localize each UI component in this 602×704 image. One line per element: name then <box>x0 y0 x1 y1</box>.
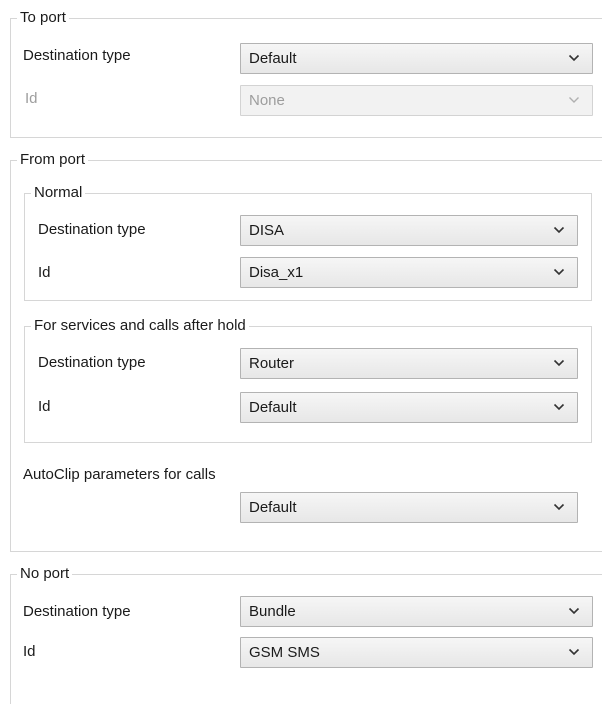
no-port-destination-type-label: Destination type <box>23 603 131 620</box>
chevron-down-icon <box>568 647 580 657</box>
autoclip-select[interactable]: Default <box>240 492 578 523</box>
normal-destination-type-value: DISA <box>249 222 285 239</box>
no-port-title: No port <box>17 565 73 583</box>
chevron-down-icon <box>553 267 565 277</box>
autoclip-label: AutoClip parameters for calls <box>23 466 216 483</box>
to-port-destination-type-label: Destination type <box>23 47 131 64</box>
to-port-group: To port <box>10 9 602 138</box>
chevron-down-icon <box>553 502 565 512</box>
services-title: For services and calls after hold <box>31 317 249 335</box>
services-id-label: Id <box>38 398 51 415</box>
services-destination-type-label: Destination type <box>38 354 146 371</box>
to-port-title: To port <box>17 9 69 27</box>
to-port-destination-type-select[interactable]: Default <box>240 43 593 74</box>
autoclip-value: Default <box>249 499 297 516</box>
to-port-id-label: Id <box>25 90 38 107</box>
chevron-down-icon <box>568 95 580 105</box>
chevron-down-icon <box>553 225 565 235</box>
normal-destination-type-label: Destination type <box>38 221 146 238</box>
services-destination-type-select[interactable]: Router <box>240 348 578 379</box>
services-id-value: Default <box>249 399 297 416</box>
chevron-down-icon <box>568 53 580 63</box>
no-port-destination-type-value: Bundle <box>249 603 296 620</box>
normal-title: Normal <box>31 184 86 202</box>
no-port-id-value: GSM SMS <box>249 644 320 661</box>
normal-destination-type-select[interactable]: DISA <box>240 215 578 246</box>
no-port-id-select[interactable]: GSM SMS <box>240 637 593 668</box>
no-port-id-label: Id <box>23 643 36 660</box>
to-port-id-select: None <box>240 85 593 116</box>
to-port-destination-type-value: Default <box>249 50 297 67</box>
no-port-destination-type-select[interactable]: Bundle <box>240 596 593 627</box>
chevron-down-icon <box>553 358 565 368</box>
chevron-down-icon <box>568 606 580 616</box>
chevron-down-icon <box>553 402 565 412</box>
normal-id-label: Id <box>38 264 51 281</box>
normal-id-select[interactable]: Disa_x1 <box>240 257 578 288</box>
from-port-title: From port <box>17 151 89 169</box>
services-id-select[interactable]: Default <box>240 392 578 423</box>
services-destination-type-value: Router <box>249 355 295 372</box>
to-port-id-value: None <box>249 92 285 109</box>
normal-id-value: Disa_x1 <box>249 264 304 281</box>
services-group: For services and calls after hold <box>24 317 592 443</box>
